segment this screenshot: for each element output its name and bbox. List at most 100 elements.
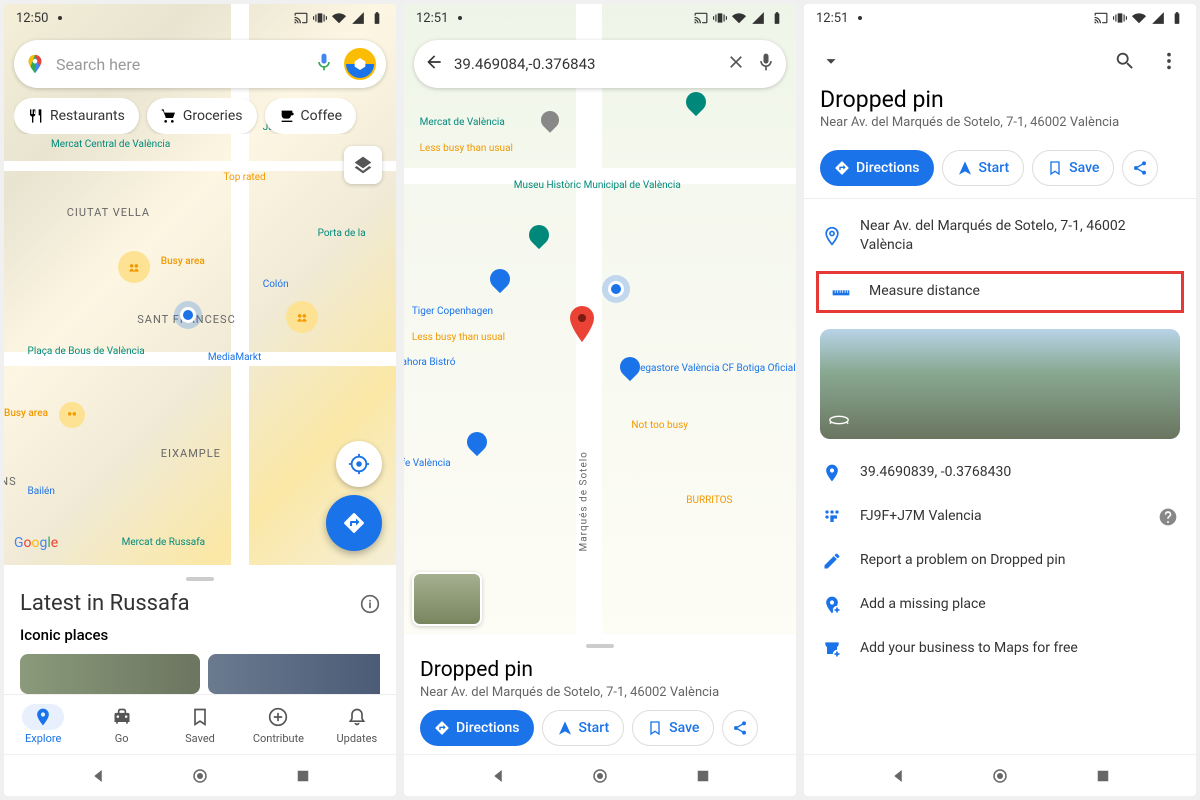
poi-label[interactable]: Plaça de Bous de València: [28, 346, 145, 357]
poi-label[interactable]: Mercat de Russafa: [122, 537, 206, 548]
address-row[interactable]: Near Av. del Marqués de Sotelo, 7-1, 460…: [804, 205, 1196, 267]
dropped-pin-sheet[interactable]: Dropped pin Near Av. del Marqués de Sote…: [404, 634, 796, 754]
search-input[interactable]: 39.469084,-0.376843: [454, 55, 716, 73]
poi-label[interactable]: Lahora Bistró: [404, 357, 455, 368]
search-bar[interactable]: 39.469084,-0.376843: [414, 40, 786, 88]
nav-updates[interactable]: Updates: [318, 695, 396, 754]
chip-groceries[interactable]: Groceries: [147, 98, 257, 134]
recents-icon[interactable]: [694, 767, 712, 785]
share-button[interactable]: [1122, 150, 1158, 186]
start-button[interactable]: Start: [942, 150, 1025, 186]
save-button[interactable]: Save: [1032, 150, 1114, 186]
help-icon[interactable]: [1158, 507, 1178, 527]
measure-distance-row[interactable]: Measure distance: [816, 271, 1184, 313]
back-icon[interactable]: [889, 767, 907, 785]
poi-pin-icon[interactable]: [537, 107, 562, 132]
poi-label[interactable]: Colón: [263, 279, 289, 290]
report-row[interactable]: Report a problem on Dropped pin: [804, 539, 1196, 583]
recents-icon[interactable]: [1094, 767, 1112, 785]
add-pin-icon: [822, 595, 842, 615]
map-canvas[interactable]: CIUTAT VELLA SANT FRANCESC EIXAMPLE PINS…: [4, 4, 396, 565]
vibrate-icon: [713, 11, 727, 25]
mic-icon[interactable]: [314, 52, 334, 76]
poi-label[interactable]: Bailén: [28, 486, 55, 497]
poi-label[interactable]: Museu Històric Municipal de València: [514, 180, 681, 191]
info-icon[interactable]: [360, 594, 380, 614]
nav-go[interactable]: Go: [82, 695, 160, 754]
back-icon[interactable]: [489, 767, 507, 785]
streetview-preview[interactable]: [820, 329, 1180, 439]
save-button[interactable]: Save: [632, 710, 714, 746]
search-icon[interactable]: [1114, 50, 1136, 72]
search-bar[interactable]: Search here: [14, 40, 386, 88]
poi-label[interactable]: Megastore València CF Botiga Oficial: [631, 363, 795, 374]
nav-contribute[interactable]: Contribute: [239, 695, 317, 754]
place-card[interactable]: [208, 654, 380, 694]
shop-pin-icon[interactable]: [463, 428, 491, 456]
museum-pin-icon[interactable]: [682, 88, 710, 116]
museum-pin-icon[interactable]: [525, 220, 553, 248]
shop-pin-icon[interactable]: [486, 264, 514, 292]
coords-row[interactable]: 39.4690839, -0.3768430: [804, 451, 1196, 495]
phone-dropped-pin-map: 12:51 Oficina Turisme Mercat de València…: [404, 4, 796, 796]
home-icon[interactable]: [191, 767, 209, 785]
status-icons: [294, 11, 384, 25]
profile-avatar[interactable]: [344, 48, 376, 80]
battery-icon: [1170, 11, 1184, 25]
chip-coffee[interactable]: Coffee: [265, 98, 357, 134]
layers-button[interactable]: [344, 146, 382, 184]
back-icon[interactable]: [424, 52, 444, 76]
status-icons: [694, 11, 784, 25]
map-canvas[interactable]: Oficina Turisme Mercat de València Less …: [404, 4, 796, 634]
overflow-icon[interactable]: [1158, 50, 1180, 72]
shop-pin-icon[interactable]: [615, 353, 643, 381]
recents-icon[interactable]: [294, 767, 312, 785]
clock: 12:50: [16, 11, 48, 26]
mic-icon[interactable]: [756, 52, 776, 76]
home-icon[interactable]: [991, 767, 1009, 785]
pluscode-row[interactable]: FJ9F+J7M Valencia: [804, 495, 1196, 539]
sheet-handle[interactable]: [586, 644, 614, 648]
sheet-subtitle: Iconic places: [20, 626, 380, 644]
home-icon[interactable]: [591, 767, 609, 785]
clear-icon[interactable]: [726, 52, 746, 76]
poi-label[interactable]: BURRITOS: [686, 495, 732, 506]
vibrate-icon: [1113, 11, 1127, 25]
share-button[interactable]: [722, 710, 758, 746]
status-bar: 12:51: [404, 4, 796, 32]
action-row: Directions Start Save: [420, 710, 780, 746]
directions-button[interactable]: Directions: [420, 710, 534, 746]
battery-icon: [770, 11, 784, 25]
iconic-places-cards[interactable]: [20, 654, 380, 694]
poi-label[interactable]: afe València: [404, 458, 451, 469]
locate-button[interactable]: [336, 441, 382, 487]
back-icon[interactable]: [89, 767, 107, 785]
start-button[interactable]: Start: [542, 710, 625, 746]
poi-label[interactable]: Porta de la: [318, 228, 366, 239]
directions-fab[interactable]: [326, 495, 382, 551]
directions-button[interactable]: Directions: [820, 150, 934, 186]
add-business-row[interactable]: Add your business to Maps for free: [804, 627, 1196, 671]
district-label: CIUTAT VELLA: [67, 206, 150, 219]
district-label: PINS: [4, 475, 17, 488]
add-missing-row[interactable]: Add a missing place: [804, 583, 1196, 627]
poi-label[interactable]: Tiger Copenhagen: [412, 306, 493, 317]
clock: 12:51: [816, 11, 848, 26]
status-bar: 12:50: [4, 4, 396, 32]
nav-saved[interactable]: Saved: [161, 695, 239, 754]
pin-filled-icon: [822, 463, 842, 483]
bottom-sheet[interactable]: Latest in Russafa Iconic places: [4, 565, 396, 694]
poi-label[interactable]: Mercat Central de València: [51, 139, 170, 150]
place-card[interactable]: [20, 654, 200, 694]
streetview-thumbnail[interactable]: [412, 572, 482, 626]
nav-explore[interactable]: Explore: [4, 695, 82, 754]
collapse-icon[interactable]: [820, 50, 842, 72]
sheet-handle[interactable]: [186, 577, 214, 581]
wifi-icon: [732, 11, 746, 25]
chip-restaurants[interactable]: Restaurants: [14, 98, 139, 134]
sheet-address: Near Av. del Marqués de Sotelo, 7-1, 460…: [420, 685, 780, 700]
notification-dot-icon: [858, 16, 862, 20]
poi-label[interactable]: MediaMarkt: [208, 352, 261, 363]
poi-label[interactable]: Mercat de València: [420, 117, 505, 128]
dropped-pin-icon[interactable]: [569, 306, 595, 342]
